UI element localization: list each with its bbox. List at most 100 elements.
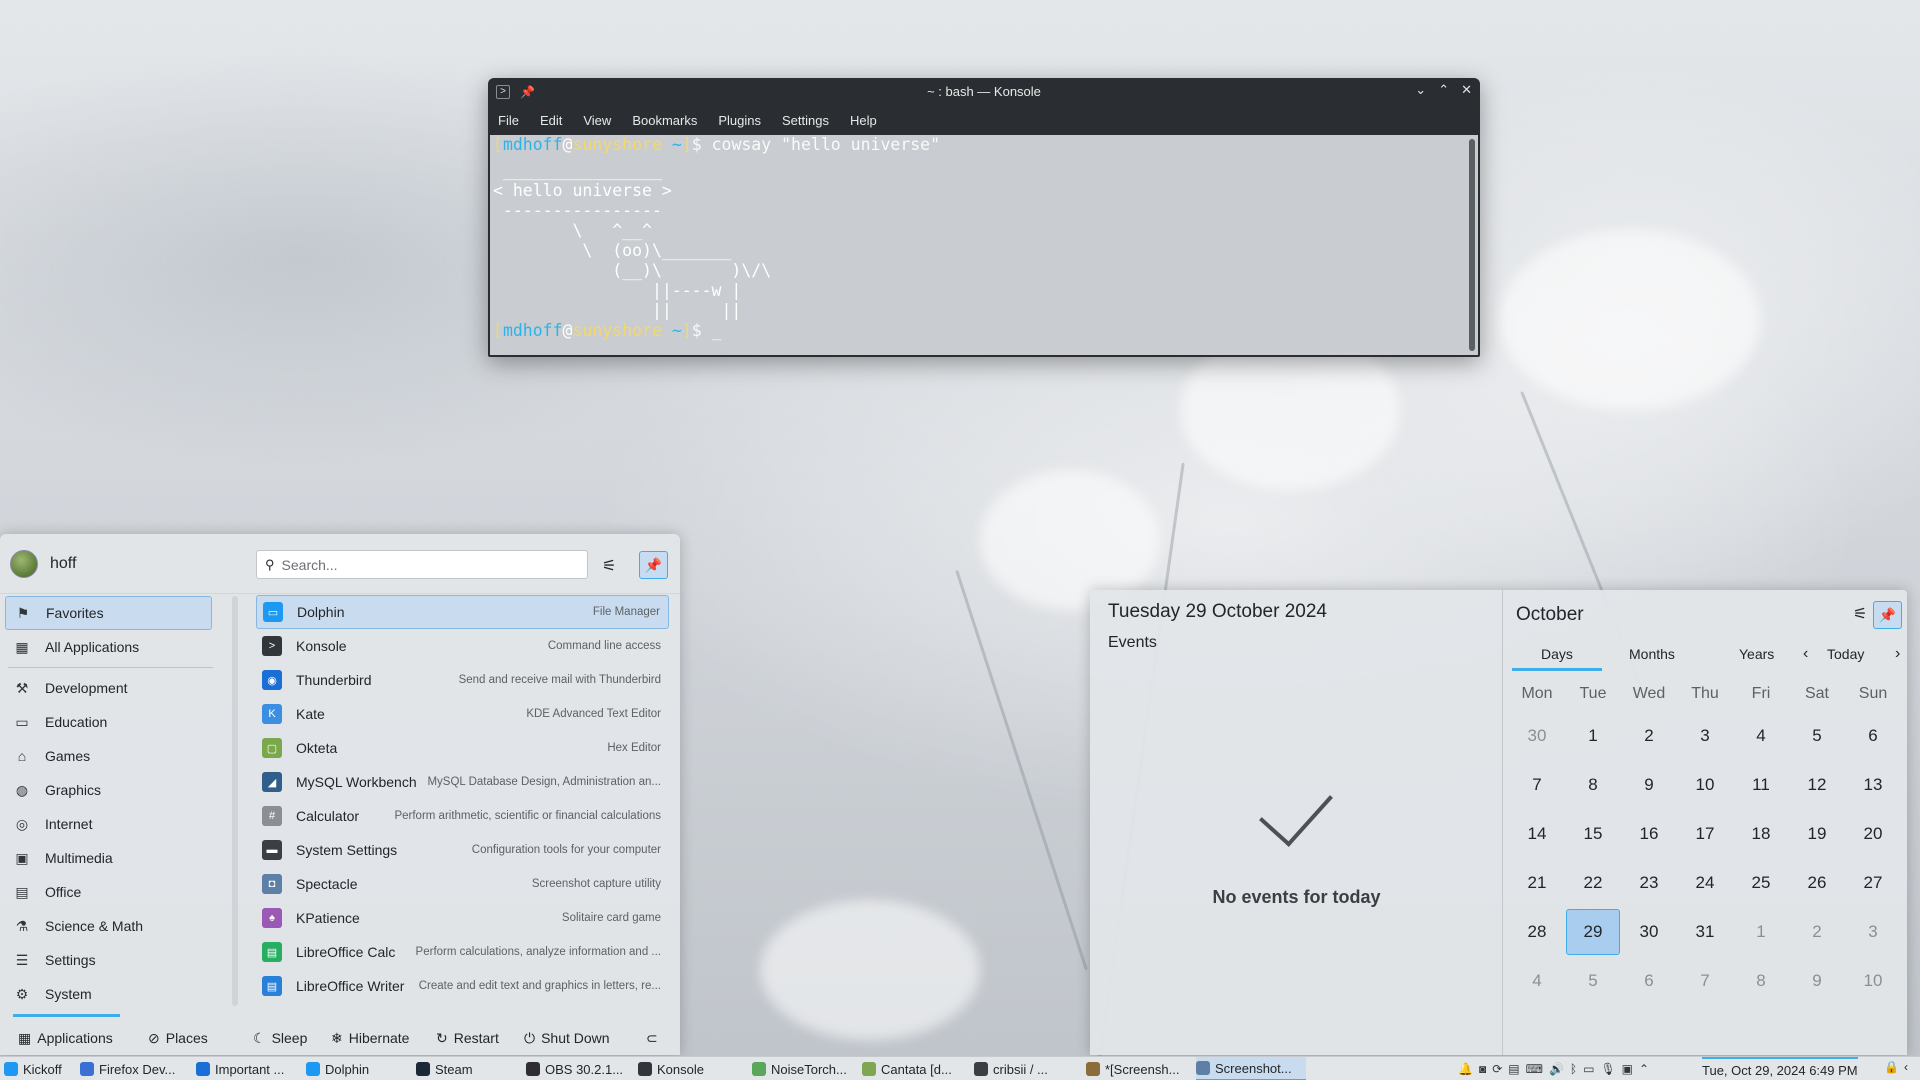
calendar-day[interactable]: 5 (1790, 713, 1844, 759)
calendar-day[interactable]: 27 (1846, 860, 1900, 906)
calendar-day[interactable]: 1 (1566, 713, 1620, 759)
menu-edit[interactable]: Edit (540, 113, 562, 128)
tab-years[interactable]: Years (1739, 646, 1774, 662)
chevron-left-icon[interactable]: ‹ (1904, 1060, 1908, 1074)
calendar-day[interactable]: 1 (1734, 909, 1788, 955)
calendar-day[interactable]: 13 (1846, 762, 1900, 808)
calendar-day[interactable]: 16 (1622, 811, 1676, 857)
list-item[interactable]: ▭ Dolphin File Manager (256, 595, 669, 629)
calendar-day[interactable]: 28 (1510, 909, 1564, 955)
terminal-area[interactable]: [mdhoff@sunyshore ~]$ cowsay "hello univ… (490, 135, 1478, 355)
calendar-day[interactable]: 6 (1846, 713, 1900, 759)
minimize-icon[interactable]: ⌄ (1415, 82, 1426, 98)
calendar-day[interactable]: 8 (1734, 958, 1788, 1004)
tray-expand-icon[interactable]: ⌃ (1639, 1062, 1649, 1076)
sidebar-item-favorites[interactable]: ⚑ Favorites (5, 596, 212, 630)
close-icon[interactable]: ✕ (1461, 82, 1472, 98)
menu-settings[interactable]: Settings (782, 113, 829, 128)
list-item[interactable]: # Calculator Perform arithmetic, scientifi… (256, 799, 669, 833)
applications-tab[interactable]: ▦ Applications (18, 1030, 113, 1047)
sidebar-item-science-math[interactable]: ⚗ Science & Math (5, 909, 212, 943)
taskbar-item[interactable]: Cantata [d... (862, 1057, 970, 1080)
taskbar-item[interactable]: Screenshot... (1196, 1057, 1306, 1080)
sidebar-item-system[interactable]: ⚙ System (5, 977, 212, 1011)
clock[interactable]: Tue, Oct 29, 2024 6:49 PM (1702, 1057, 1858, 1080)
calendar-day[interactable]: 3 (1678, 713, 1732, 759)
menu-file[interactable]: File (498, 113, 519, 128)
calendar-day[interactable]: 17 (1678, 811, 1732, 857)
calendar-day[interactable]: 22 (1566, 860, 1620, 906)
previous-month-icon[interactable]: ‹ (1803, 645, 1808, 663)
calendar-day[interactable]: 14 (1510, 811, 1564, 857)
more-power-options-button[interactable]: ⊂ (646, 1030, 664, 1047)
calendar-day-today[interactable]: 29 (1566, 908, 1620, 955)
list-item[interactable]: K Kate KDE Advanced Text Editor (256, 697, 669, 731)
restart-button[interactable]: ↻ Restart (436, 1030, 499, 1047)
taskbar-item[interactable]: OBS 30.2.1... (526, 1057, 634, 1080)
network-icon[interactable]: ▣ (1622, 1062, 1633, 1076)
list-item[interactable]: ◉ Thunderbird Send and receive mail with T… (256, 663, 669, 697)
microphone-icon[interactable]: 🎙 (1600, 1062, 1615, 1076)
sidebar-item-all-applications[interactable]: ▦ All Applications (5, 630, 212, 664)
volume-icon[interactable]: 🔊 (1549, 1062, 1564, 1076)
pin-icon[interactable]: 📌 (1873, 601, 1902, 629)
sidebar-item-office[interactable]: ▤ Office (5, 875, 212, 909)
calendar-day[interactable]: 26 (1790, 860, 1844, 906)
list-item[interactable]: ▤ LibreOffice Calc Perform calculations, a… (256, 935, 669, 969)
calendar-day[interactable]: 2 (1622, 713, 1676, 759)
sidebar-item-graphics[interactable]: ◍ Graphics (5, 773, 212, 807)
konsole-window[interactable]: > 📌 ~ : bash — Konsole ⌄ ⌃ ✕ File Edit V… (488, 78, 1480, 357)
taskbar-item[interactable]: NoiseTorch... (752, 1057, 858, 1080)
list-item[interactable]: ▬ System Settings Configuration tools for … (256, 833, 669, 867)
calendar-day[interactable]: 8 (1566, 762, 1620, 808)
taskbar-item[interactable]: Kickoff (4, 1057, 76, 1080)
terminal-scrollbar[interactable] (1469, 139, 1475, 351)
menu-view[interactable]: View (583, 113, 611, 128)
calendar-day[interactable]: 15 (1566, 811, 1620, 857)
tab-months[interactable]: Months (1629, 646, 1675, 662)
notifications-icon[interactable]: 🔔 (1458, 1062, 1473, 1076)
hibernate-button[interactable]: ❄ Hibernate (331, 1030, 409, 1047)
menu-help[interactable]: Help (850, 113, 877, 128)
calendar-day[interactable]: 21 (1510, 860, 1564, 906)
calendar-day[interactable]: 30 (1622, 909, 1676, 955)
calendar-day[interactable]: 19 (1790, 811, 1844, 857)
calendar-day[interactable]: 12 (1790, 762, 1844, 808)
calendar-day[interactable]: 31 (1678, 909, 1732, 955)
calendar-day[interactable]: 25 (1734, 860, 1788, 906)
calendar-day[interactable]: 9 (1790, 958, 1844, 1004)
filter-settings-icon[interactable]: ⚟ (602, 556, 616, 576)
calendar-day[interactable]: 24 (1678, 860, 1732, 906)
avatar[interactable] (10, 550, 38, 578)
next-month-icon[interactable]: › (1895, 645, 1900, 663)
list-item[interactable]: ◘ Spectacle Screenshot capture utility (256, 867, 669, 901)
taskbar-item[interactable]: *[Screensh... (1086, 1057, 1192, 1080)
list-item[interactable]: ♠ KPatience Solitaire card game (256, 901, 669, 935)
clipboard-icon[interactable]: ▤ (1508, 1062, 1519, 1076)
calendar-day[interactable]: 10 (1678, 762, 1732, 808)
tab-days[interactable]: Days (1541, 646, 1573, 662)
sleep-button[interactable]: ☾ Sleep (253, 1030, 307, 1047)
taskbar-item[interactable]: Steam (416, 1057, 522, 1080)
search-input[interactable]: ⚲ Search... (256, 550, 588, 579)
discord-icon[interactable]: ◙ (1479, 1062, 1486, 1076)
calendar-day[interactable]: 10 (1846, 958, 1900, 1004)
list-item[interactable]: ▤ LibreOffice Writer Create and edit text … (256, 969, 669, 1003)
list-item[interactable]: ▢ Okteta Hex Editor (256, 731, 669, 765)
calendar-day[interactable]: 7 (1678, 958, 1732, 1004)
lock-icon[interactable]: 🔒 (1884, 1060, 1899, 1074)
calendar-day[interactable]: 9 (1622, 762, 1676, 808)
sidebar-item-settings[interactable]: ☰ Settings (5, 943, 212, 977)
display-icon[interactable]: ▭ (1583, 1062, 1594, 1076)
sidebar-item-internet[interactable]: ◎ Internet (5, 807, 212, 841)
sidebar-item-development[interactable]: ⚒ Development (5, 671, 212, 705)
sidebar-item-multimedia[interactable]: ▣ Multimedia (5, 841, 212, 875)
calendar-day[interactable]: 4 (1510, 958, 1564, 1004)
configure-icon[interactable]: ⚟ (1853, 604, 1867, 624)
maximize-icon[interactable]: ⌃ (1438, 82, 1449, 98)
calendar-day[interactable]: 11 (1734, 762, 1788, 808)
calendar-day[interactable]: 23 (1622, 860, 1676, 906)
list-item[interactable]: ◢ MySQL Workbench MySQL Database Design, A… (256, 765, 669, 799)
sync-icon[interactable]: ⟳ (1492, 1062, 1502, 1076)
list-item[interactable]: > Konsole Command line access (256, 629, 669, 663)
